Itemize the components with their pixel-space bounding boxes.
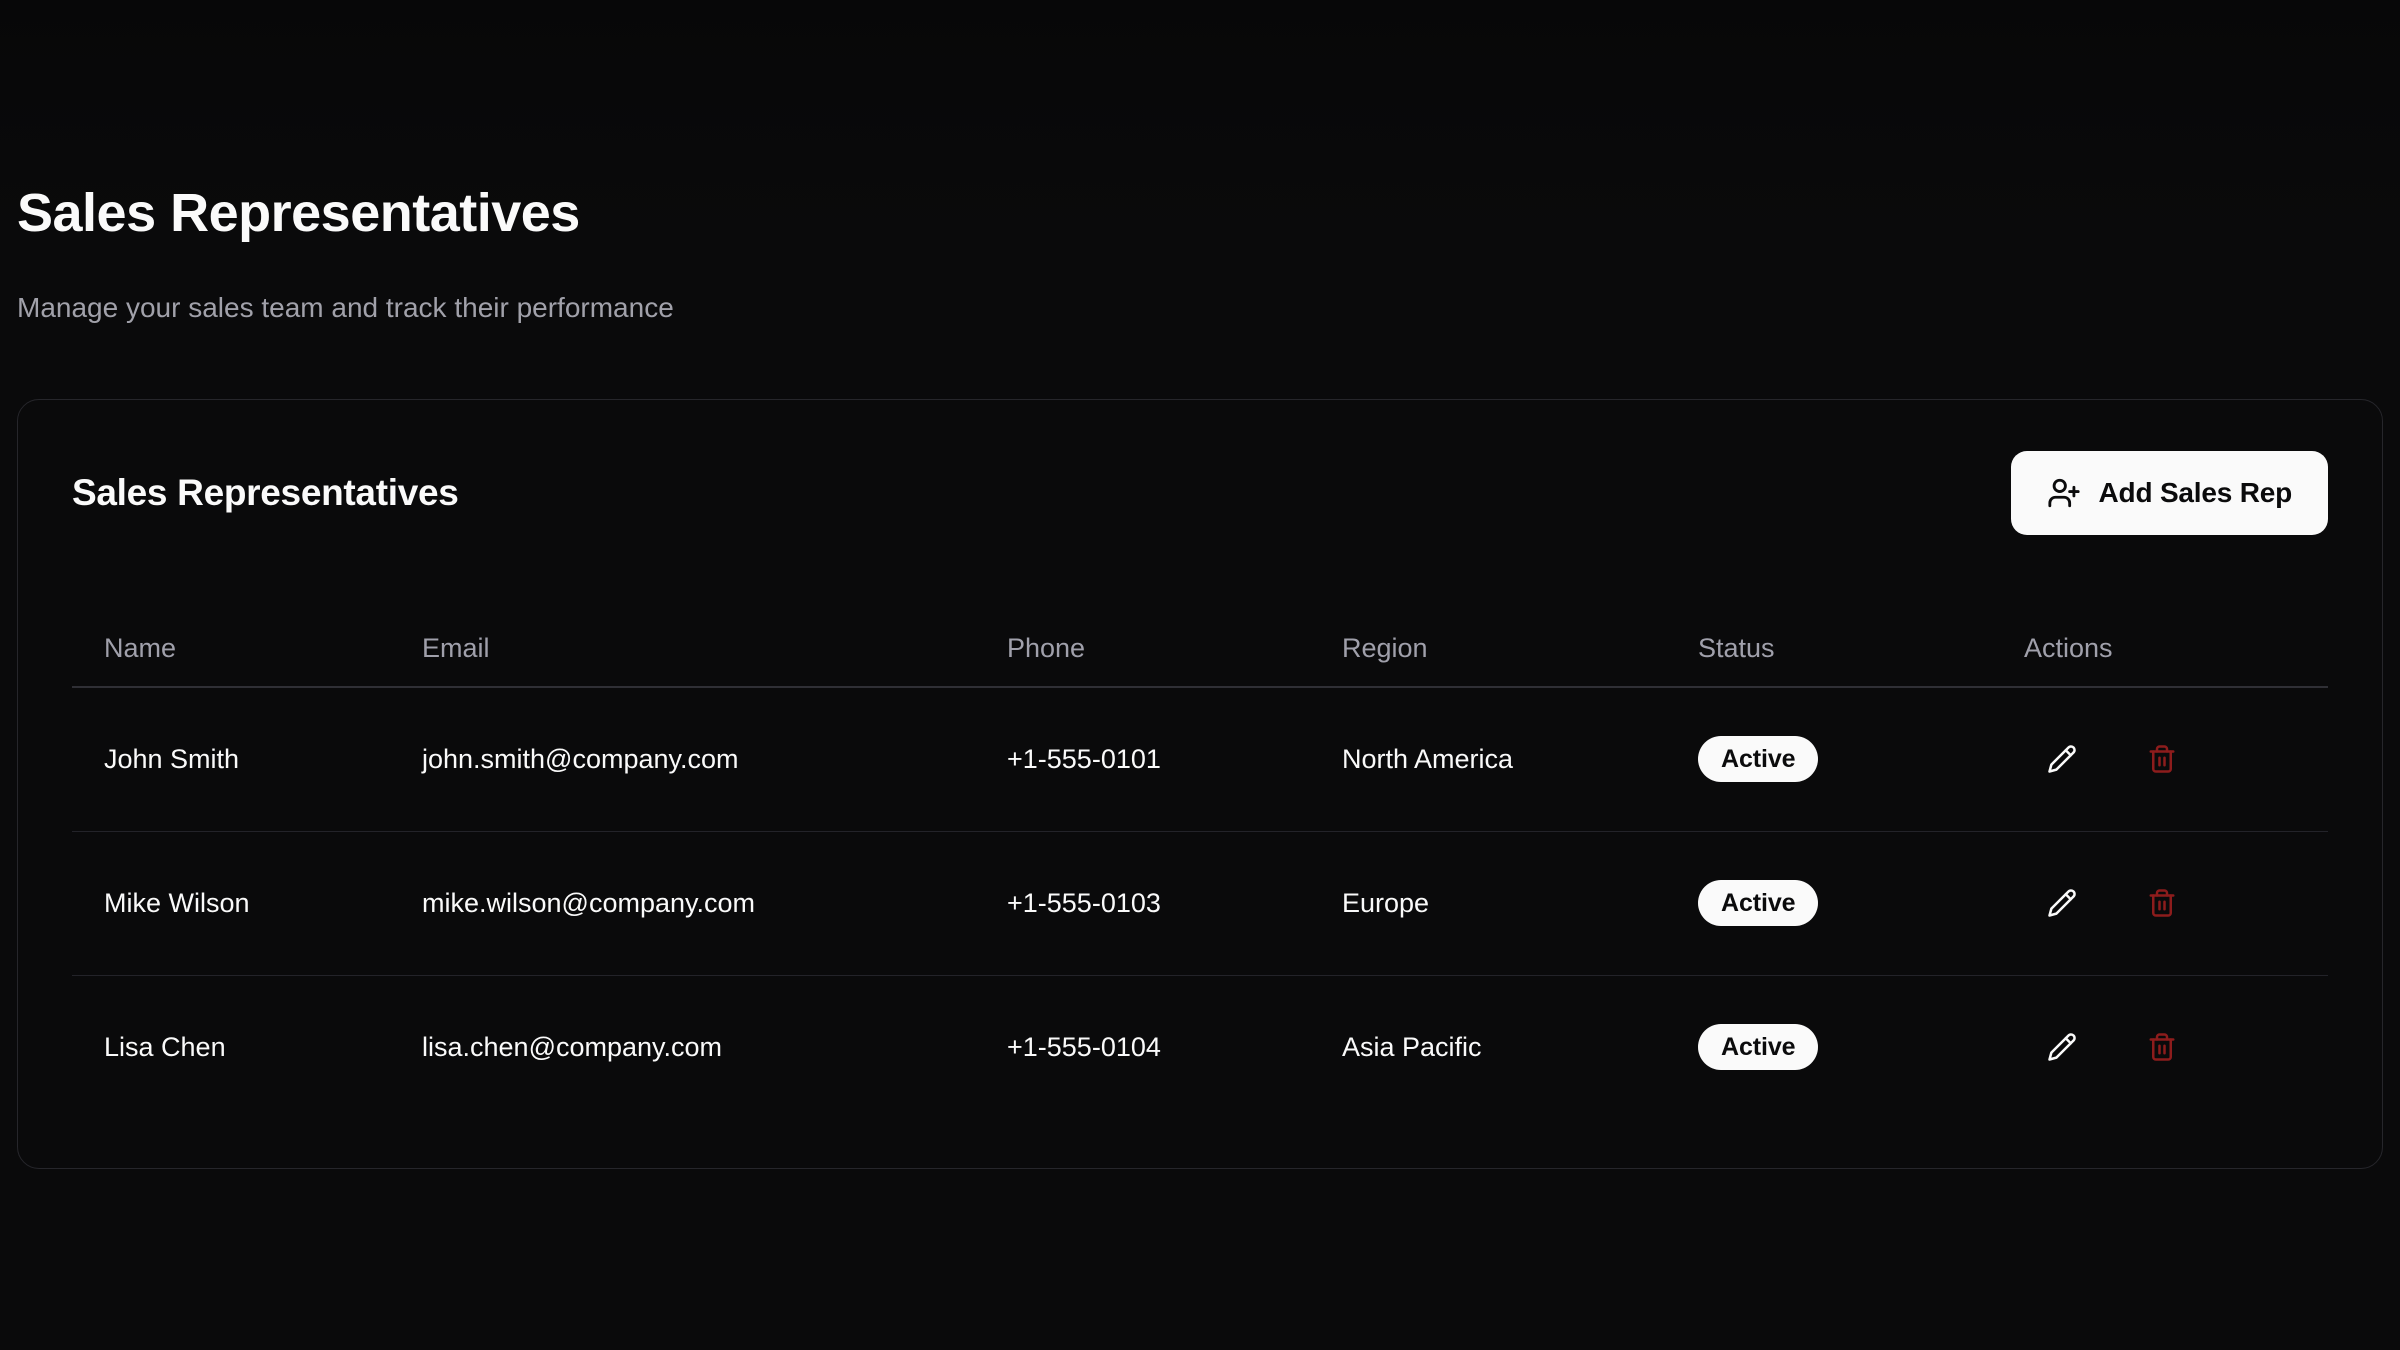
user-plus-icon <box>2047 476 2081 510</box>
table-row: Lisa Chen lisa.chen@company.com +1-555-0… <box>72 975 2328 1119</box>
pencil-icon <box>2047 744 2077 774</box>
cell-actions <box>1992 687 2328 831</box>
delete-button[interactable] <box>2134 1019 2190 1075</box>
add-sales-rep-button[interactable]: Add Sales Rep <box>2011 451 2328 535</box>
column-header-phone: Phone <box>975 611 1310 687</box>
cell-phone: +1-555-0104 <box>975 975 1310 1119</box>
cell-email: lisa.chen@company.com <box>390 975 975 1119</box>
trash-icon <box>2147 1032 2177 1062</box>
status-badge: Active <box>1698 736 1818 782</box>
card-header: Sales Representatives Add Sales Rep <box>72 451 2328 535</box>
pencil-icon <box>2047 888 2077 918</box>
card-title: Sales Representatives <box>72 472 459 514</box>
cell-email: john.smith@company.com <box>390 687 975 831</box>
column-header-region: Region <box>1310 611 1666 687</box>
edit-button[interactable] <box>2034 1019 2090 1075</box>
cell-region: Europe <box>1310 831 1666 975</box>
page-subtitle: Manage your sales team and track their p… <box>17 288 2383 328</box>
cell-actions <box>1992 975 2328 1119</box>
column-header-email: Email <box>390 611 975 687</box>
cell-region: North America <box>1310 687 1666 831</box>
cell-name: John Smith <box>72 687 390 831</box>
delete-button[interactable] <box>2134 875 2190 931</box>
table-row: John Smith john.smith@company.com +1-555… <box>72 687 2328 831</box>
status-badge: Active <box>1698 1024 1818 1070</box>
pencil-icon <box>2047 1032 2077 1062</box>
edit-button[interactable] <box>2034 875 2090 931</box>
cell-email: mike.wilson@company.com <box>390 831 975 975</box>
status-badge: Active <box>1698 880 1818 926</box>
page: Sales Representatives Manage your sales … <box>17 0 2383 1169</box>
delete-button[interactable] <box>2134 731 2190 787</box>
table-header-row: Name Email Phone Region Status Actions <box>72 611 2328 687</box>
trash-icon <box>2147 888 2177 918</box>
cell-name: Lisa Chen <box>72 975 390 1119</box>
cell-name: Mike Wilson <box>72 831 390 975</box>
cell-phone: +1-555-0101 <box>975 687 1310 831</box>
cell-status: Active <box>1666 687 1992 831</box>
add-button-label: Add Sales Rep <box>2099 477 2292 509</box>
table-row: Mike Wilson mike.wilson@company.com +1-5… <box>72 831 2328 975</box>
page-title: Sales Representatives <box>17 0 2383 248</box>
cell-actions <box>1992 831 2328 975</box>
cell-phone: +1-555-0103 <box>975 831 1310 975</box>
sales-reps-table: Name Email Phone Region Status Actions J… <box>72 611 2328 1119</box>
column-header-status: Status <box>1666 611 1992 687</box>
cell-region: Asia Pacific <box>1310 975 1666 1119</box>
cell-status: Active <box>1666 975 1992 1119</box>
column-header-name: Name <box>72 611 390 687</box>
cell-status: Active <box>1666 831 1992 975</box>
edit-button[interactable] <box>2034 731 2090 787</box>
sales-reps-card: Sales Representatives Add Sales Rep Name <box>17 399 2383 1169</box>
column-header-actions: Actions <box>1992 611 2328 687</box>
trash-icon <box>2147 744 2177 774</box>
